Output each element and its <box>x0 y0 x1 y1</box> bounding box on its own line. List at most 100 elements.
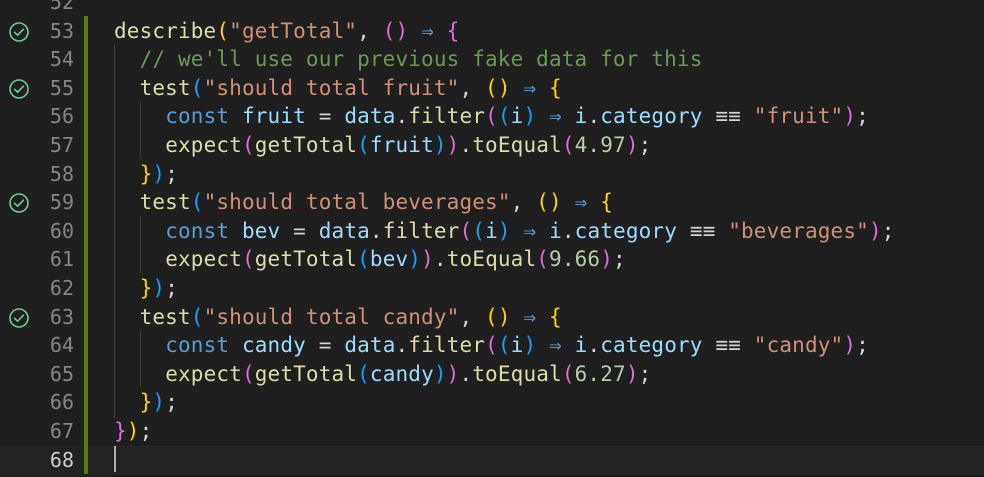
code-token: // we'll use our previous fake data for … <box>114 47 703 72</box>
code-token: ; <box>613 247 626 272</box>
code-token: } <box>114 418 127 443</box>
code-text: const bev = data.filter((i) ⇒ i.category… <box>114 217 895 246</box>
code-line[interactable]: 63 test("should total candy", () ⇒ { <box>0 303 984 332</box>
code-token: toEqual <box>446 247 537 272</box>
code-token: . <box>459 132 473 157</box>
code-token: ( <box>561 132 575 157</box>
code-token: toEqual <box>472 132 562 157</box>
code-token: ( <box>190 75 204 100</box>
code-token: , <box>357 18 383 43</box>
code-token: ⇒ <box>536 333 575 358</box>
code-token: . <box>587 333 601 358</box>
code-editor[interactable]: 52 53 describe("getTotal", () ⇒ {54 // we'… <box>0 0 984 475</box>
indent-guide <box>114 45 115 418</box>
code-token: "fruit" <box>753 104 844 129</box>
code-text: const fruit = data.filter((i) ⇒ i.catego… <box>114 102 869 131</box>
code-token: ) <box>843 333 857 358</box>
code-token: const <box>165 218 230 243</box>
code-token: ) <box>433 132 447 157</box>
code-token: data <box>344 333 396 358</box>
line-number: 52 <box>49 0 74 14</box>
code-token: () <box>485 75 511 100</box>
code-token: ( <box>561 361 575 386</box>
code-line[interactable]: 54 // we'll use our previous fake data f… <box>0 45 984 74</box>
code-token: ) <box>446 361 460 386</box>
code-token: . <box>369 218 383 243</box>
code-token: = <box>305 333 345 358</box>
test-passed-icon[interactable] <box>8 78 30 100</box>
code-token: test <box>139 75 191 100</box>
code-token: test <box>139 304 191 329</box>
line-number: 66 <box>49 390 74 415</box>
code-line[interactable]: 65 expect(getTotal(candy)).toEqual(6.27)… <box>0 360 984 389</box>
code-token: , <box>459 75 486 100</box>
code-line[interactable]: 58 }); <box>0 160 984 189</box>
code-line[interactable]: 66 }); <box>0 388 984 417</box>
code-token: "beverages" <box>728 218 869 243</box>
code-text: // we'll use our previous fake data for … <box>114 45 703 74</box>
code-token: ) <box>523 104 537 129</box>
code-token: { <box>549 304 562 329</box>
code-line[interactable]: 68 <box>0 445 984 475</box>
code-token: i <box>574 333 588 358</box>
code-token: getTotal <box>254 132 358 157</box>
code-line[interactable]: 64 const candy = data.filter((i) ⇒ i.cat… <box>0 331 984 360</box>
code-line[interactable]: 52 <box>0 0 984 17</box>
code-line[interactable]: 59 test("should total beverages", () ⇒ { <box>0 188 984 217</box>
test-passed-icon[interactable] <box>8 192 30 214</box>
line-number: 58 <box>49 161 74 186</box>
code-token: = <box>280 218 319 243</box>
code-token: const <box>165 333 230 358</box>
code-token: . <box>433 247 447 272</box>
code-token: . <box>561 218 575 243</box>
code-line[interactable]: 55 test("should total fruit", () ⇒ { <box>0 74 984 103</box>
code-token: ⇒ <box>510 304 550 329</box>
code-token: i <box>485 218 498 243</box>
code-token: ( <box>497 333 511 358</box>
code-line[interactable]: 57 expect(getTotal(fruit)).toEqual(4.97)… <box>0 131 984 160</box>
code-line[interactable]: 62 }); <box>0 274 984 303</box>
code-text: test("should total beverages", () ⇒ { <box>114 188 613 217</box>
code-text: describe("getTotal", () ⇒ { <box>114 17 459 46</box>
test-passed-icon[interactable] <box>8 307 30 329</box>
code-token: ; <box>881 218 895 243</box>
code-token: describe <box>114 18 217 43</box>
code-token: ) <box>433 361 447 386</box>
code-token: expect <box>165 247 242 272</box>
code-line[interactable]: 61 expect(getTotal(bev)).toEqual(9.66); <box>0 245 984 274</box>
code-token: filter <box>382 218 460 243</box>
code-token: 6.27 <box>574 361 626 386</box>
code-token: ) <box>152 275 166 300</box>
code-line[interactable]: 53 describe("getTotal", () ⇒ { <box>0 17 984 46</box>
text-cursor <box>114 446 116 472</box>
code-token: ⇒ <box>510 218 550 243</box>
code-token: const <box>165 104 230 129</box>
code-line[interactable]: 60 const bev = data.filter((i) ⇒ i.categ… <box>0 217 984 246</box>
code-line[interactable]: 56 const fruit = data.filter((i) ⇒ i.cat… <box>0 102 984 131</box>
code-token: ) <box>868 218 882 243</box>
code-token: ; <box>638 132 652 157</box>
line-number: 59 <box>49 190 74 215</box>
code-token: getTotal <box>254 247 358 272</box>
code-token: ( <box>216 18 230 43</box>
code-token: . <box>395 104 409 129</box>
code-token: ) <box>152 390 166 415</box>
code-line[interactable]: 67}); <box>0 417 984 446</box>
code-token: , <box>510 190 537 215</box>
line-number: 64 <box>49 333 74 358</box>
code-token: expect <box>165 361 242 386</box>
code-token: ; <box>165 275 178 300</box>
code-token: ( <box>241 132 255 157</box>
code-token: getTotal <box>254 361 358 386</box>
code-token: ( <box>241 361 255 386</box>
code-token: } <box>139 275 153 300</box>
code-token: fruit <box>369 132 434 157</box>
code-token: candy <box>369 361 434 386</box>
code-token: () <box>382 18 409 43</box>
code-token: bev <box>369 247 409 272</box>
test-passed-icon[interactable] <box>8 21 30 43</box>
code-token: 9.66 <box>549 247 601 272</box>
